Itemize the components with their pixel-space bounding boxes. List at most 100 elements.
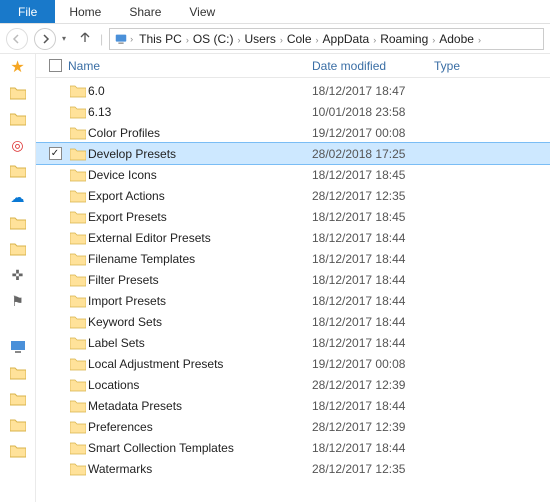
tab-home[interactable]: Home [55, 0, 115, 23]
folder-icon [70, 210, 86, 224]
file-row[interactable]: Export Actions28/12/2017 12:35 [36, 185, 550, 206]
file-name: Metadata Presets [88, 399, 312, 413]
select-all-checkbox[interactable] [49, 59, 62, 72]
file-row[interactable]: Local Adjustment Presets19/12/2017 00:08 [36, 353, 550, 374]
folder-shortcut-icon[interactable] [9, 442, 27, 460]
file-date: 28/12/2017 12:39 [312, 420, 434, 434]
favorites-icon[interactable]: ★ [9, 58, 27, 76]
tab-file[interactable]: File [0, 0, 55, 23]
breadcrumb-part[interactable]: Cole [283, 32, 316, 46]
folder-shortcut-icon[interactable] [9, 110, 27, 128]
file-row[interactable]: Watermarks28/12/2017 12:35 [36, 458, 550, 479]
file-date: 18/12/2017 18:44 [312, 273, 434, 287]
folder-icon [70, 189, 86, 203]
file-date: 18/12/2017 18:45 [312, 210, 434, 224]
folder-icon [70, 399, 86, 413]
file-row[interactable]: Color Profiles19/12/2017 00:08 [36, 122, 550, 143]
file-row[interactable]: Keyword Sets18/12/2017 18:44 [36, 311, 550, 332]
folder-shortcut-icon[interactable] [9, 364, 27, 382]
file-row[interactable]: 6.018/12/2017 18:47 [36, 80, 550, 101]
file-name: Label Sets [88, 336, 312, 350]
arrow-right-icon [39, 33, 51, 45]
chevron-right-icon[interactable]: › [478, 35, 481, 45]
file-name: Color Profiles [88, 126, 312, 140]
file-name: External Editor Presets [88, 231, 312, 245]
breadcrumb-part[interactable]: AppData [319, 32, 374, 46]
folder-shortcut-icon[interactable] [9, 416, 27, 434]
address-bar[interactable]: › This PC›OS (C:)›Users›Cole›AppData›Roa… [109, 28, 544, 50]
folder-icon [70, 252, 86, 266]
file-row[interactable]: Locations28/12/2017 12:39 [36, 374, 550, 395]
up-button[interactable] [78, 30, 94, 47]
flag-icon[interactable]: ⚑ [9, 292, 27, 310]
back-button[interactable] [6, 28, 28, 50]
history-dropdown[interactable]: ▾ [62, 34, 72, 43]
app-icon[interactable]: ◎ [9, 136, 27, 154]
file-name: Keyword Sets [88, 315, 312, 329]
column-type[interactable]: Type [434, 59, 550, 73]
file-row[interactable]: Metadata Presets18/12/2017 18:44 [36, 395, 550, 416]
file-date: 18/12/2017 18:44 [312, 336, 434, 350]
pin-icon[interactable]: ✜ [9, 266, 27, 284]
chevron-right-icon[interactable]: › [130, 34, 133, 44]
file-date: 18/12/2017 18:45 [312, 168, 434, 182]
tab-view[interactable]: View [175, 0, 229, 23]
file-date: 19/12/2017 00:08 [312, 357, 434, 371]
forward-button[interactable] [34, 28, 56, 50]
breadcrumb-part[interactable]: OS (C:) [189, 32, 238, 46]
folder-icon [70, 84, 86, 98]
file-row[interactable]: Smart Collection Templates18/12/2017 18:… [36, 437, 550, 458]
folder-icon [70, 336, 86, 350]
file-date: 28/12/2017 12:35 [312, 462, 434, 476]
breadcrumb-part[interactable]: Users [240, 32, 279, 46]
ribbon-tabs: File Home Share View [0, 0, 550, 24]
file-name: Import Presets [88, 294, 312, 308]
file-date: 18/12/2017 18:44 [312, 441, 434, 455]
file-name: Export Actions [88, 189, 312, 203]
file-row[interactable]: Preferences28/12/2017 12:39 [36, 416, 550, 437]
file-name: Filter Presets [88, 273, 312, 287]
folder-shortcut-icon[interactable] [9, 84, 27, 102]
pc-icon [114, 32, 128, 46]
file-name: Export Presets [88, 210, 312, 224]
breadcrumb-part[interactable]: This PC [135, 32, 186, 46]
column-name[interactable]: Name [68, 59, 312, 73]
file-name: Preferences [88, 420, 312, 434]
folder-shortcut-icon[interactable] [9, 390, 27, 408]
this-pc-icon[interactable] [9, 338, 27, 356]
file-name: Local Adjustment Presets [88, 357, 312, 371]
folder-icon [70, 357, 86, 371]
onedrive-icon[interactable]: ☁ [9, 188, 27, 206]
file-row[interactable]: External Editor Presets18/12/2017 18:44 [36, 227, 550, 248]
folder-icon [70, 441, 86, 455]
file-row[interactable]: Import Presets18/12/2017 18:44 [36, 290, 550, 311]
breadcrumb-part[interactable]: Adobe [435, 32, 478, 46]
spacer [9, 318, 27, 330]
file-date: 18/12/2017 18:44 [312, 399, 434, 413]
file-name: Locations [88, 378, 312, 392]
column-date[interactable]: Date modified [312, 59, 434, 73]
file-row[interactable]: ✓Develop Presets28/02/2018 17:25 [36, 143, 550, 164]
file-date: 28/02/2018 17:25 [312, 147, 434, 161]
folder-icon [70, 168, 86, 182]
file-row[interactable]: 6.1310/01/2018 23:58 [36, 101, 550, 122]
folder-shortcut-icon[interactable] [9, 162, 27, 180]
file-date: 18/12/2017 18:44 [312, 294, 434, 308]
file-row[interactable]: Filter Presets18/12/2017 18:44 [36, 269, 550, 290]
breadcrumb-part[interactable]: Roaming [376, 32, 432, 46]
sidebar: ★ ◎ ☁ ✜ ⚑ [0, 54, 36, 502]
tab-share[interactable]: Share [115, 0, 175, 23]
row-checkbox[interactable]: ✓ [49, 147, 62, 160]
folder-shortcut-icon[interactable] [9, 240, 27, 258]
file-row[interactable]: Filename Templates18/12/2017 18:44 [36, 248, 550, 269]
file-date: 18/12/2017 18:44 [312, 252, 434, 266]
file-row[interactable]: Label Sets18/12/2017 18:44 [36, 332, 550, 353]
file-name: 6.13 [88, 105, 312, 119]
file-row[interactable]: Export Presets18/12/2017 18:45 [36, 206, 550, 227]
folder-shortcut-icon[interactable] [9, 214, 27, 232]
folder-icon [70, 315, 86, 329]
folder-icon [70, 105, 86, 119]
folder-icon [70, 231, 86, 245]
file-row[interactable]: Device Icons18/12/2017 18:45 [36, 164, 550, 185]
file-date: 19/12/2017 00:08 [312, 126, 434, 140]
